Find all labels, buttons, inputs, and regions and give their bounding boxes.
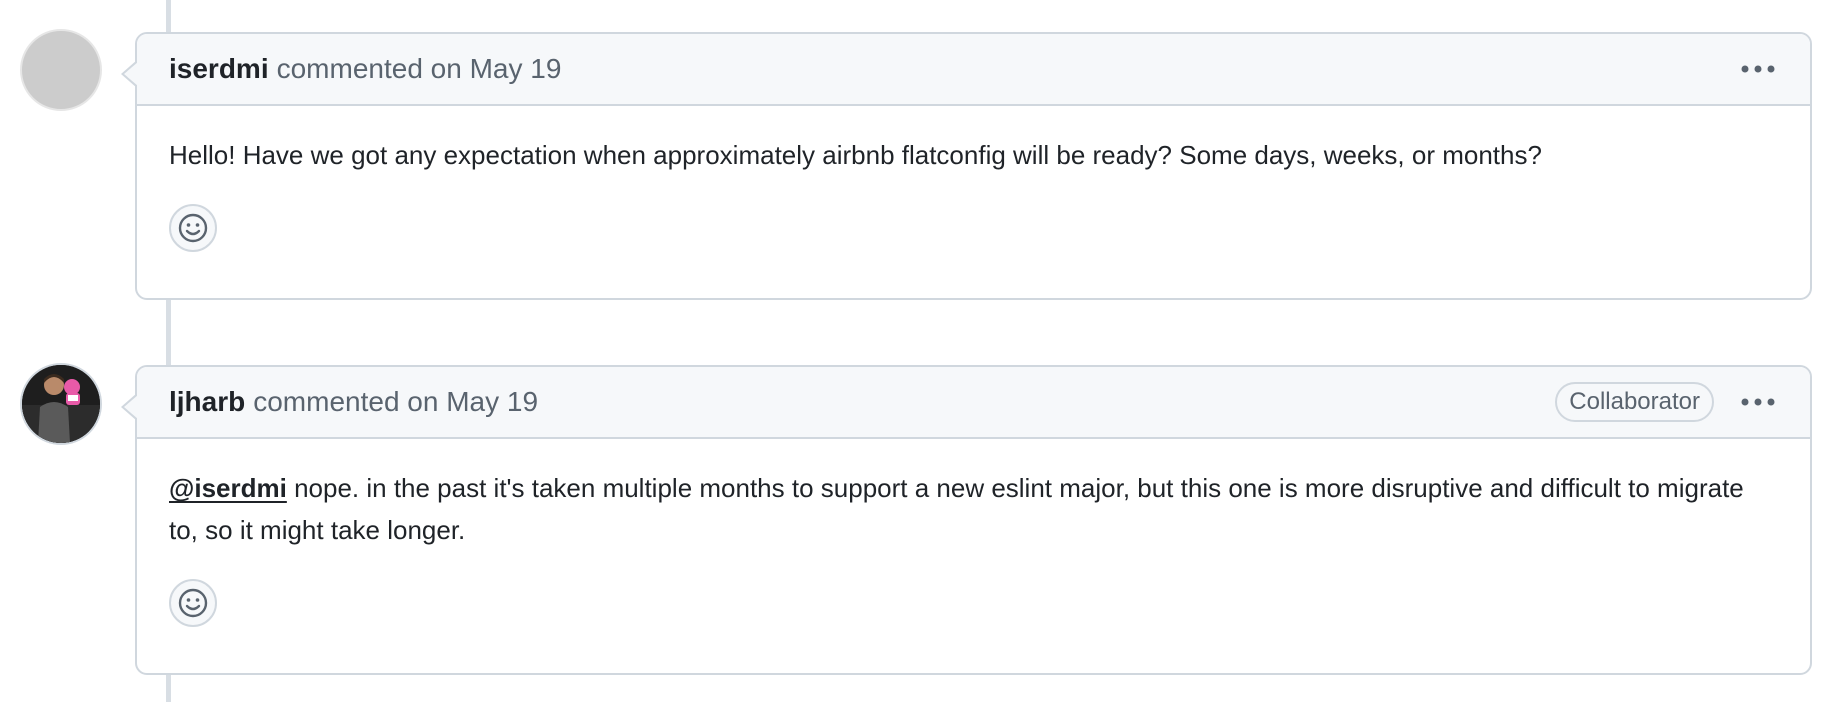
add-reaction-button[interactable] [169, 204, 217, 252]
collaborator-badge: Collaborator [1555, 382, 1714, 422]
comment-timestamp[interactable]: commented on May 19 [277, 53, 562, 85]
avatar[interactable] [20, 29, 102, 111]
add-reaction-button[interactable] [169, 579, 217, 627]
smiley-icon [178, 588, 208, 618]
comment-text: Hello! Have we got any expectation when … [169, 140, 1542, 170]
avatar[interactable] [20, 363, 102, 445]
comment-timestamp[interactable]: commented on May 19 [253, 386, 538, 418]
avatar-photo [22, 365, 100, 443]
comment-card: iserdmi commented on May 19 Hello! Have … [121, 32, 1812, 300]
comment-options-button[interactable] [1738, 49, 1778, 89]
comment-header: iserdmi commented on May 19 [137, 34, 1810, 106]
comment-author[interactable]: ljharb [169, 386, 245, 418]
comment-author[interactable]: iserdmi [169, 53, 269, 85]
comment-text: @iserdmi nope. in the past it's taken mu… [169, 467, 1778, 551]
smiley-icon [178, 213, 208, 243]
kebab-horizontal-icon [1741, 398, 1775, 406]
comment-card: ljharb commented on May 19 Collaborator … [121, 365, 1812, 675]
comment-options-button[interactable] [1738, 382, 1778, 422]
comment-body: Hello! Have we got any expectation when … [137, 106, 1810, 276]
comment-header: ljharb commented on May 19 Collaborator [137, 367, 1810, 439]
user-mention-link[interactable]: @iserdmi [169, 473, 287, 503]
kebab-horizontal-icon [1741, 65, 1775, 73]
comment-text-content: nope. in the past it's taken multiple mo… [169, 473, 1744, 545]
comment-body: @iserdmi nope. in the past it's taken mu… [137, 439, 1810, 651]
